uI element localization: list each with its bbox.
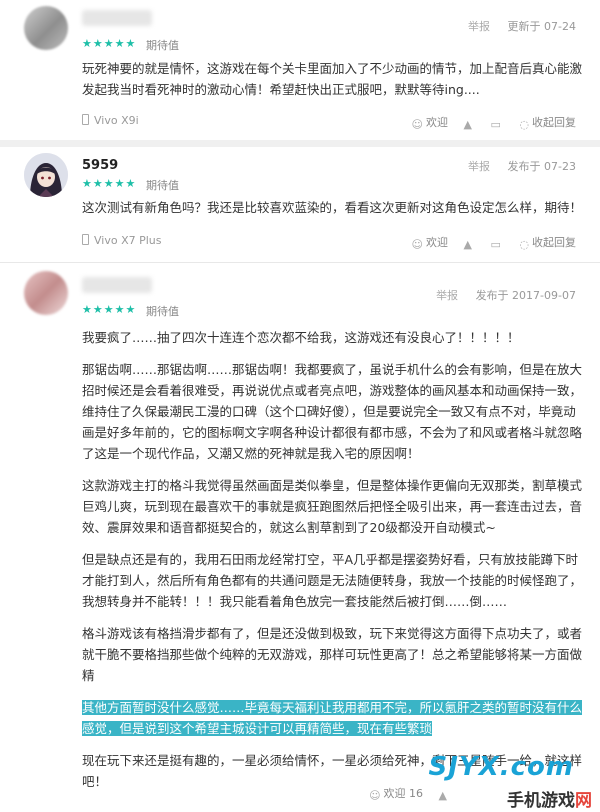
rating-label: 期待值: [146, 179, 179, 192]
thumb-up-icon: ▲: [438, 789, 447, 802]
divider: [0, 140, 600, 147]
reply-button[interactable]: ▭: [490, 236, 503, 251]
comment-icon: ▭: [490, 118, 501, 131]
like-button[interactable]: ▲: [439, 787, 450, 802]
report-link[interactable]: 举报: [436, 289, 458, 302]
review-meta: 举报 发布于 07-23: [454, 158, 576, 174]
watermark-logo: SJYX.com: [428, 752, 574, 782]
rating-label: 期待值: [146, 39, 179, 52]
star-rating: ★★★★★: [82, 303, 137, 316]
device-name: Vivo X7 Plus: [94, 234, 162, 247]
comment-icon: ▭: [490, 238, 501, 251]
like-button[interactable]: ▲: [464, 236, 475, 251]
star-rating: ★★★★★: [82, 37, 137, 50]
report-link[interactable]: 举报: [468, 20, 490, 33]
username[interactable]: [82, 277, 152, 293]
device-label: Vivo X7 Plus: [82, 234, 162, 247]
watermark-site-name: 手机游戏网: [507, 791, 592, 811]
review-actions: ☺ 欢迎 ▲ ▭ ◌ 收起回复: [400, 234, 576, 251]
collapse-replies-button[interactable]: ◌ 收起回复: [519, 114, 576, 131]
review-paragraph: 格斗游戏该有格挡滑步都有了，但是还没做到极致，玩下来觉得这方面得下点功夫了，或者…: [82, 626, 583, 683]
username[interactable]: 5959: [82, 158, 118, 173]
review-paragraph-highlighted: 其他方面暂时没什么感觉……毕竟每天福利让我用都用不完，所以氪肝之类的暂时没有什么…: [82, 697, 584, 739]
review-paragraph: 那锯齿啊……那锯齿啊……那锯齿啊！我都要疯了，虽说手机什么的会有影响，但是在放大…: [82, 362, 583, 461]
review-actions: ☺ 欢迎 ▲ ▭ ◌ 收起回复: [400, 114, 576, 131]
phone-icon: [82, 114, 89, 125]
review-paragraph: 这次测试有新角色吗？我还是比较喜欢蓝染的，看看这次更新对这角色设定怎么样，期待！: [82, 200, 583, 215]
review-paragraph: 我要疯了……抽了四次十连连个恋次都不给我，这游戏还有没良心了！！！！！: [82, 330, 520, 345]
face-icon: ☺: [411, 238, 424, 251]
like-button[interactable]: ▲: [464, 116, 475, 131]
review-date: 发布于 2017-09-07: [475, 289, 576, 302]
review-body: 我要疯了……抽了四次十连连个恋次都不给我，这游戏还有没良心了！！！！！ 那锯齿啊…: [82, 327, 584, 803]
collapse-replies-button[interactable]: ◌ 收起回复: [519, 234, 576, 251]
review-card: ★★★★★ 期待值 举报 更新于 07-24 玩死神要的就是情怀，这游戏在每个关…: [0, 0, 600, 140]
face-icon: ☺: [369, 789, 381, 802]
review-card: ★★★★★ 期待值 举报 发布于 2017-09-07 我要疯了……抽了四次十连…: [0, 262, 600, 812]
anime-avatar-icon: [24, 153, 68, 197]
review-card: 5959 ★★★★★ 期待值 举报 发布于 07-23 这次测试有新角色吗？我还…: [0, 147, 600, 259]
review-paragraph: 玩死神要的就是情怀，这游戏在每个关卡里面加入了不少动画的情节，加上配音后真心能激…: [82, 61, 583, 97]
phone-icon: [82, 234, 89, 245]
star-rating: ★★★★★: [82, 177, 137, 190]
avatar[interactable]: [24, 6, 68, 50]
report-link[interactable]: 举报: [468, 160, 490, 173]
device-name: Vivo X9i: [94, 114, 139, 127]
avatar[interactable]: [24, 271, 68, 315]
review-date: 发布于 07-23: [507, 160, 576, 173]
avatar[interactable]: [24, 153, 68, 197]
review-paragraph: 但是缺点还是有的，我用石田雨龙经常打空，平A几乎都是摆姿势好看，只有放技能蹲下时…: [82, 552, 583, 609]
username[interactable]: [82, 10, 152, 26]
face-icon: ☺: [411, 118, 424, 131]
review-body: 这次测试有新角色吗？我还是比较喜欢蓝染的，看看这次更新对这角色设定怎么样，期待！: [82, 197, 584, 229]
review-date: 更新于 07-24: [507, 20, 576, 33]
reply-button[interactable]: ▭: [490, 116, 503, 131]
device-label: Vivo X9i: [82, 114, 139, 127]
review-body: 玩死神要的就是情怀，这游戏在每个关卡里面加入了不少动画的情节，加上配音后真心能激…: [82, 58, 584, 111]
review-meta: 举报 更新于 07-24: [454, 18, 576, 34]
review-meta: 举报 发布于 2017-09-07: [422, 287, 576, 303]
review-actions: ☺ 欢迎 16 ▲: [357, 785, 450, 802]
rating-label: 期待值: [146, 305, 179, 318]
review-paragraph: 这款游戏主打的格斗我觉得虽然画面是类似拳皇，但是整体操作更偏向无双那类，割草模式…: [82, 478, 583, 535]
selected-text: 其他方面暂时没什么感觉……毕竟每天福利让我用都用不完，所以氪肝之类的暂时没有什么…: [82, 700, 583, 736]
thumb-up-icon: ▲: [463, 118, 472, 131]
dislike-button[interactable]: ☺ 欢迎: [412, 234, 448, 251]
dislike-button[interactable]: ☺ 欢迎 16: [369, 785, 423, 802]
dislike-button[interactable]: ☺ 欢迎: [412, 114, 448, 131]
reply-icon: ◌: [519, 118, 529, 131]
thumb-up-icon: ▲: [463, 238, 472, 251]
reply-icon: ◌: [519, 238, 529, 251]
